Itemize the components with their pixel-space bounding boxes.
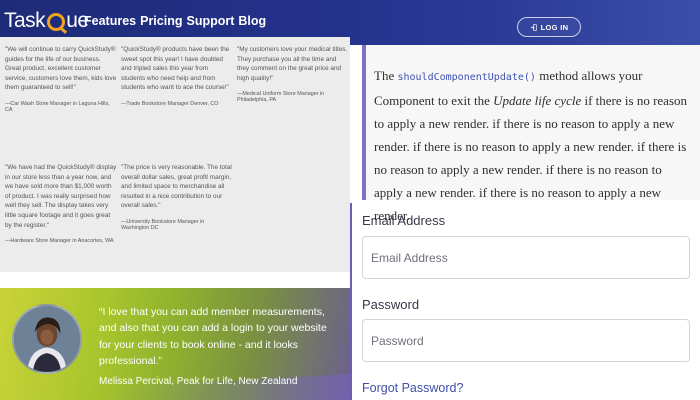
section-divider xyxy=(0,272,350,288)
testimonial-card: "The price is very reasonable. The total… xyxy=(121,163,233,231)
main-nav: Features Pricing Support Blog xyxy=(84,14,266,28)
column-divider-line xyxy=(350,203,352,400)
email-label: Email Address xyxy=(362,213,446,228)
forgot-password-link[interactable]: Forgot Password? xyxy=(362,381,463,395)
nav-support[interactable]: Support xyxy=(186,14,234,28)
testimonial-author: —University Bookstore Manager in Washing… xyxy=(121,219,205,232)
testimonial-author: —Car Wash Store Manager in Laguna Hills,… xyxy=(5,101,110,114)
email-field[interactable] xyxy=(362,236,690,279)
password-field[interactable] xyxy=(362,319,690,362)
taskque-logo[interactable]: Task ue xyxy=(4,8,89,34)
doc-callout: The shouldComponentUpdate() method allow… xyxy=(362,45,700,223)
banner-author: Melissa Percival, Peak for Life, New Zea… xyxy=(99,376,298,387)
testimonial-quote: "My customers love your medical titles. … xyxy=(237,46,348,82)
testimonial-quote: "QuickStudy® products have been the swee… xyxy=(121,46,230,92)
banner-quote: “I love that you can add member measurem… xyxy=(99,306,327,367)
login-button[interactable]: LOG IN xyxy=(517,17,581,37)
doc-intro: The xyxy=(374,68,398,83)
login-arrow-icon xyxy=(530,23,537,31)
testimonial-quote: "The price is very reasonable. The total… xyxy=(121,164,232,210)
doc-paragraph: The shouldComponentUpdate() method allow… xyxy=(374,64,692,227)
nav-features[interactable]: Features xyxy=(84,14,136,28)
method-code: shouldComponentUpdate() xyxy=(397,72,536,83)
testimonial-card: "My customers love your medical titles. … xyxy=(237,45,349,103)
person-photo-icon xyxy=(14,306,80,372)
testimonial-quote: "We have had the QuickStudy® display in … xyxy=(5,164,117,229)
doc-rest: if there is no reason to apply a new ren… xyxy=(374,93,688,223)
testimonials-grid: "We will continue to carry QuickStudy® g… xyxy=(0,37,350,272)
testimonial-card: "QuickStudy® products have been the swee… xyxy=(121,45,233,107)
testimonial-author: —Hardware Store Manager in Anacortes, WA xyxy=(5,238,114,245)
doc-cycle: Update life cycle xyxy=(493,93,582,108)
nav-blog[interactable]: Blog xyxy=(238,14,266,28)
testimonial-quote: "We will continue to carry QuickStudy® g… xyxy=(5,46,117,92)
login-button-label: LOG IN xyxy=(540,22,569,32)
testimonial-card: "We will continue to carry QuickStudy® g… xyxy=(5,45,117,113)
testimonial-card: "We have had the QuickStudy® display in … xyxy=(5,163,117,244)
logo-text-prefix: Task xyxy=(4,9,46,32)
avatar xyxy=(12,304,82,374)
q-ring-icon xyxy=(47,13,66,31)
testimonial-author: —Medical Uniform Store Manager in Philad… xyxy=(237,91,325,104)
testimonial-author: —Trade Bookstore Manager Denver, CO xyxy=(121,101,219,108)
nav-pricing[interactable]: Pricing xyxy=(140,14,182,28)
password-label: Password xyxy=(362,297,420,312)
